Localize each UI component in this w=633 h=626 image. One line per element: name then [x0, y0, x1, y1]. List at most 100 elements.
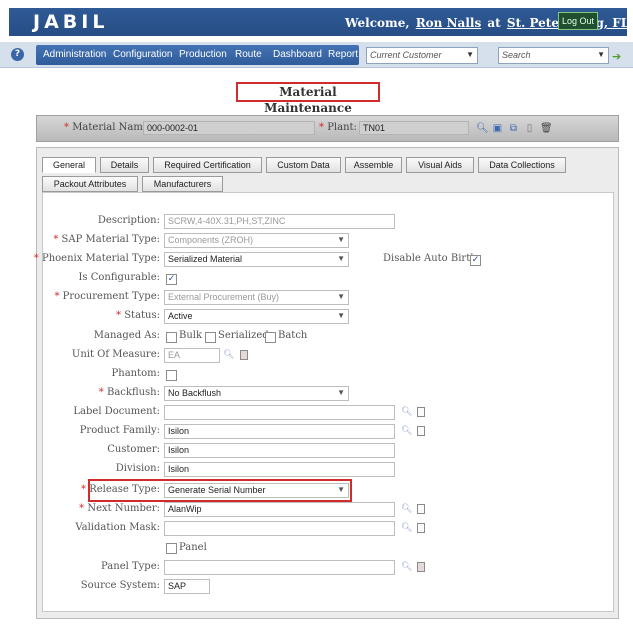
search-placeholder: Search [502, 50, 531, 60]
next-number-label: * Next Number: [79, 503, 160, 514]
user-link[interactable]: Ron Nalls [416, 16, 482, 30]
sap-type-value: Components (ZROH) [168, 235, 254, 245]
status-select[interactable]: Active ▼ [164, 309, 349, 324]
document-icon[interactable] [417, 504, 425, 514]
plant-label: * Plant: [319, 122, 357, 133]
tab-details[interactable]: Details [100, 157, 149, 173]
tab-packout-attributes[interactable]: Packout Attributes [42, 176, 138, 192]
search-icon[interactable]: 🔍︎ [476, 123, 489, 135]
chevron-down-icon: ▼ [337, 254, 345, 263]
menu-production[interactable]: Production [179, 49, 227, 60]
bulk-label: Bulk [179, 330, 203, 341]
phoenix-type-select[interactable]: Serialized Material ▼ [164, 252, 349, 267]
panel-type-field[interactable] [164, 560, 395, 575]
description-label: Description: [97, 215, 160, 226]
menu-report[interactable]: Report [328, 49, 358, 60]
serialized-checkbox[interactable] [205, 332, 216, 343]
batch-checkbox[interactable] [265, 332, 276, 343]
search-input[interactable]: Search ▼ [498, 47, 609, 64]
tab-manufacturers[interactable]: Manufacturers [142, 176, 223, 192]
search-icon[interactable]: 🔍︎ [401, 426, 412, 437]
status-value: Active [168, 311, 193, 321]
new-document-icon[interactable]: ▯ [524, 123, 535, 135]
disable-auto-birth-label: Disable Auto Birth: [383, 253, 481, 264]
search-icon[interactable]: 🔍︎ [401, 407, 412, 418]
release-type-value: Generate Serial Number [168, 485, 266, 495]
customer-field[interactable]: Isilon [164, 443, 395, 458]
panel-type-label: Panel Type: [101, 561, 160, 572]
batch-label: Batch [278, 330, 308, 341]
document-icon[interactable] [417, 562, 425, 572]
tab-general[interactable]: General [42, 157, 96, 173]
product-family-field[interactable]: Isilon [164, 424, 395, 439]
procurement-type-select[interactable]: External Procurement (Buy) ▼ [164, 290, 349, 305]
document-icon[interactable] [417, 523, 425, 533]
menu-configuration[interactable]: Configuration [113, 49, 172, 60]
welcome-prefix: Welcome, [345, 16, 410, 30]
release-type-select[interactable]: Generate Serial Number ▼ [164, 483, 349, 498]
logout-button[interactable]: Log Out [558, 12, 598, 30]
product-family-label: Product Family: [79, 425, 160, 436]
procurement-type-value: External Procurement (Buy) [168, 292, 280, 302]
customer-label: Customer: [107, 444, 160, 455]
copy-icon[interactable]: ⧉ [508, 123, 519, 135]
serialized-label: Serialized [218, 330, 269, 341]
tab-custom-data[interactable]: Custom Data [266, 157, 341, 173]
division-field[interactable]: Isilon [164, 462, 395, 477]
customer-select[interactable]: Current Customer ▼ [366, 47, 478, 64]
document-icon[interactable] [417, 426, 425, 436]
chevron-down-icon: ▼ [337, 311, 345, 320]
phoenix-type-label: * Phoenix Material Type: [33, 253, 160, 264]
uom-label: Unit Of Measure: [71, 349, 160, 360]
search-icon[interactable]: 🔍︎ [401, 504, 412, 515]
document-icon[interactable] [240, 350, 248, 360]
sap-type-select[interactable]: Components (ZROH) ▼ [164, 233, 349, 248]
source-system-field[interactable]: SAP [164, 579, 210, 594]
is-configurable-checkbox[interactable]: ✓ [166, 274, 177, 285]
validation-mask-label: Validation Mask: [75, 522, 160, 533]
tab-data-collections[interactable]: Data Collections [478, 157, 566, 173]
next-number-field[interactable]: AlanWip [164, 502, 395, 517]
bulk-checkbox[interactable] [166, 332, 177, 343]
save-icon[interactable]: ▣ [492, 123, 503, 135]
search-icon[interactable]: 🔍︎ [401, 562, 412, 573]
chevron-down-icon: ▼ [597, 50, 605, 59]
is-configurable-label: Is Configurable: [78, 272, 160, 283]
material-name-field[interactable]: 000-0002-01 [143, 121, 315, 135]
validation-mask-field[interactable] [164, 521, 395, 536]
tab-required-certification[interactable]: Required Certification [153, 157, 262, 173]
go-arrow-icon[interactable]: ➔ [612, 50, 621, 63]
phoenix-type-value: Serialized Material [168, 254, 243, 264]
label-document-field[interactable] [164, 405, 395, 420]
delete-icon[interactable]: 🗑︎ [540, 123, 553, 135]
managed-as-label: Managed As: [93, 330, 160, 341]
backflush-select[interactable]: No Backflush ▼ [164, 386, 349, 401]
material-header-bar: * Material Name: 000-0002-01 * Plant: TN… [36, 115, 619, 142]
chevron-down-icon: ▼ [466, 50, 474, 59]
menu-administration[interactable]: Administration [43, 49, 106, 60]
division-label: Division: [115, 463, 160, 474]
customer-select-value: Current Customer [370, 50, 442, 60]
help-icon[interactable]: ? [11, 48, 24, 61]
uom-field[interactable]: EA [164, 348, 220, 363]
menu-route[interactable]: Route [235, 49, 262, 60]
description-field[interactable]: SCRW,4-40X.31,PH,ST,ZINC [164, 214, 395, 229]
main-menu: Administration Configuration Production … [36, 45, 359, 65]
document-icon[interactable] [417, 407, 425, 417]
source-system-label: Source System: [80, 580, 160, 591]
phantom-checkbox[interactable] [166, 370, 177, 381]
disable-auto-birth-checkbox[interactable]: ✓ [470, 255, 481, 266]
jabil-logo: JABIL [33, 11, 109, 33]
menu-dashboard[interactable]: Dashboard [273, 49, 322, 60]
panel-checkbox[interactable] [166, 543, 177, 554]
label-document-label: Label Document: [73, 406, 160, 417]
plant-field[interactable]: TN01 [359, 121, 469, 135]
phantom-label: Phantom: [111, 368, 160, 379]
search-icon[interactable]: 🔍︎ [223, 350, 234, 361]
welcome-at: at [487, 16, 501, 30]
search-icon[interactable]: 🔍︎ [401, 523, 412, 534]
nav-bar: ? Administration Configuration Productio… [0, 42, 633, 68]
chevron-down-icon: ▼ [337, 388, 345, 397]
tab-assemble[interactable]: Assemble [345, 157, 402, 173]
tab-visual-aids[interactable]: Visual Aids [406, 157, 474, 173]
